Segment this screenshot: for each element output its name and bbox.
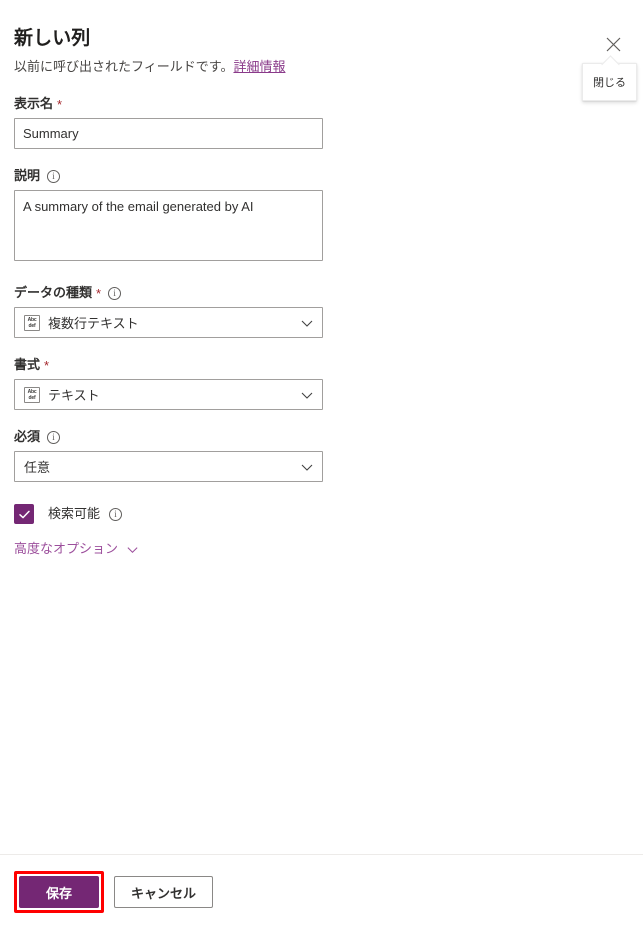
page-title: 新しい列 (14, 28, 91, 49)
format-label: 書式 (14, 357, 41, 372)
description-label: 説明 (14, 168, 41, 183)
required-label-row: 必須 i (14, 428, 629, 446)
searchable-checkbox[interactable] (14, 504, 34, 524)
save-button[interactable]: 保存 (19, 876, 99, 908)
chevron-down-icon (300, 316, 314, 330)
advanced-options-row: 高度なオプション (14, 540, 629, 558)
required-dropdown[interactable]: 任意 (14, 451, 323, 482)
learn-more-link[interactable]: 詳細情報 (233, 59, 285, 74)
searchable-row: 検索可能 i (14, 504, 629, 524)
required-label: 必須 (14, 429, 41, 444)
required-value: 任意 (24, 460, 51, 475)
text-format-icon: Abc def (24, 386, 40, 403)
close-tooltip-text: 閉じる (593, 77, 626, 89)
format-value: テキスト (48, 388, 100, 403)
data-type-value: 複数行テキスト (48, 316, 139, 331)
description-label-row: 説明 i (14, 167, 629, 185)
new-column-panel: 新しい列 以前に呼び出されたフィールドです。詳細情報 閉じる 表示名 * Sum… (0, 0, 643, 931)
field-description: 説明 i (14, 167, 629, 266)
close-tooltip: 閉じる (582, 63, 637, 101)
display-name-label: 表示名 (14, 96, 54, 111)
panel-header: 新しい列 以前に呼び出されたフィールドです。詳細情報 閉じる (0, 0, 643, 101)
close-button[interactable] (599, 30, 627, 58)
field-required: 必須 i 任意 (14, 428, 629, 482)
info-icon[interactable]: i (47, 430, 61, 444)
field-display-name: 表示名 * (14, 95, 629, 149)
panel-footer: 保存 キャンセル (0, 854, 643, 931)
chevron-down-icon (300, 460, 314, 474)
advanced-options-label: 高度なオプション (14, 541, 119, 556)
display-name-input[interactable] (14, 118, 323, 149)
chevron-down-icon (300, 388, 314, 402)
field-data-type: データの種類 * i Abc def 複数行テキスト (14, 284, 629, 338)
required-asterisk: * (96, 285, 102, 301)
save-button-highlight: 保存 (14, 871, 104, 913)
check-icon (18, 508, 31, 521)
format-label-row: 書式 * (14, 356, 629, 374)
required-asterisk: * (57, 96, 63, 112)
chevron-down-icon (126, 543, 139, 556)
info-icon[interactable]: i (47, 169, 61, 183)
field-format: 書式 * Abc def テキスト (14, 356, 629, 410)
searchable-label: 検索可能 (48, 506, 101, 521)
multiline-text-icon-bottom: def (28, 322, 36, 329)
data-type-dropdown[interactable]: Abc def 複数行テキスト (14, 307, 323, 338)
format-dropdown[interactable]: Abc def テキスト (14, 379, 323, 410)
cancel-button[interactable]: キャンセル (114, 876, 214, 908)
description-textarea[interactable] (14, 190, 323, 261)
display-name-label-row: 表示名 * (14, 95, 629, 113)
advanced-options-toggle[interactable]: 高度なオプション (14, 540, 139, 558)
required-asterisk: * (44, 357, 50, 373)
info-icon[interactable]: i (108, 286, 122, 300)
multiline-text-icon: Abc def (24, 314, 40, 331)
panel-subtitle-text: 以前に呼び出されたフィールドです。 (14, 59, 234, 74)
close-icon (606, 37, 621, 52)
data-type-label: データの種類 (14, 285, 93, 300)
data-type-label-row: データの種類 * i (14, 284, 629, 302)
panel-body: 表示名 * 説明 i データの種類 * i Abc def (0, 77, 643, 854)
info-icon[interactable]: i (109, 507, 123, 521)
panel-subtitle: 以前に呼び出されたフィールドです。詳細情報 (14, 57, 629, 77)
text-format-icon-bottom: def (28, 394, 36, 401)
